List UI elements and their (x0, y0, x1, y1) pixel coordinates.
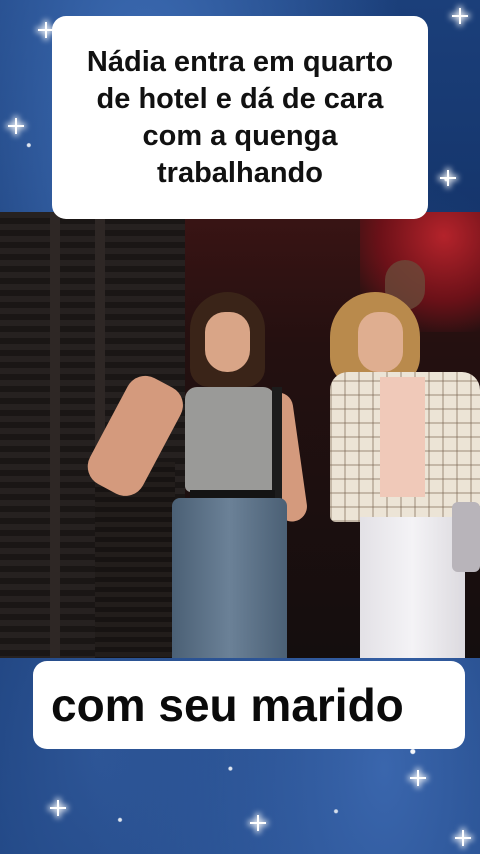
top-caption-text: Nádia entra em quarto de hotel e dá de c… (86, 45, 394, 189)
top-caption: Nádia entra em quarto de hotel e dá de c… (52, 16, 428, 219)
sparkle-icon (440, 170, 456, 186)
sparkle-icon (8, 118, 24, 134)
sparkle-icon (250, 815, 266, 831)
sparkle-icon (452, 8, 468, 24)
sparkle-icon (455, 830, 471, 846)
woman-plaid-jacket (330, 282, 480, 658)
video-frame[interactable] (0, 212, 480, 658)
sparkle-icon (410, 770, 426, 786)
bottom-caption-text: com seu marido (51, 679, 404, 731)
sparkle-icon (50, 800, 66, 816)
woman-gray-top (80, 292, 320, 658)
bottom-caption: com seu marido (33, 661, 465, 749)
